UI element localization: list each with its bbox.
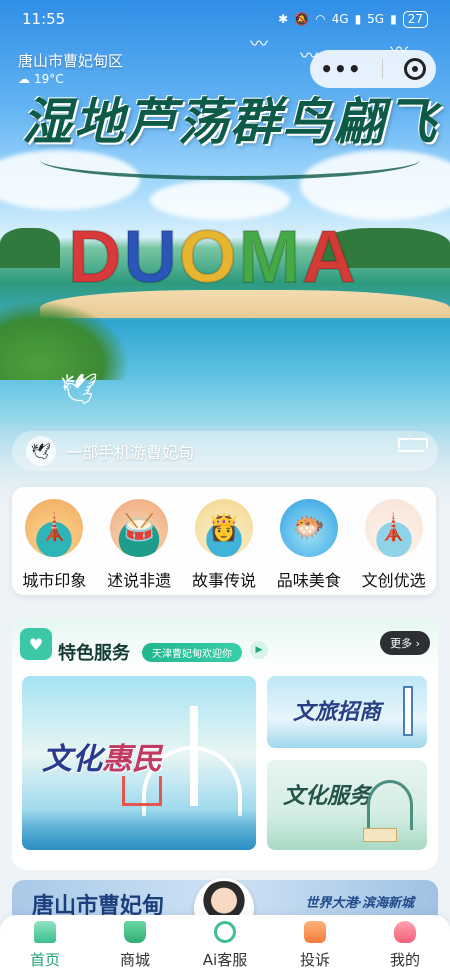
network-label: 4G (331, 12, 349, 26)
egret-icon: 🕊 (60, 372, 99, 407)
drum-icon: 🥁 (110, 499, 169, 557)
tile-title: 文化惠民 (42, 734, 162, 778)
play-icon[interactable]: ▶ (250, 641, 268, 659)
signal-icon: ▮ (354, 12, 362, 26)
home-icon (34, 920, 56, 943)
category-creative[interactable]: 🗼 文创优选 (354, 499, 434, 595)
sign-letter: U (122, 215, 177, 298)
category-label: 文创优选 (361, 571, 426, 590)
book-illustration (363, 828, 397, 842)
cart-icon (124, 920, 146, 943)
status-time: 11:55 (22, 10, 66, 28)
wave-illustration (22, 810, 256, 850)
services-header: ♥ 特色服务 天津曹妃甸欢迎你 ▶ 更多 › (12, 618, 438, 670)
category-food[interactable]: 🐡 品味美食 (269, 499, 349, 595)
more-button[interactable]: 更多 › (380, 631, 430, 655)
weather: ☁ 19°C (18, 72, 64, 86)
city-banner-slogan: 世界大港·滨海新城 (305, 896, 414, 911)
lighthouse-icon: 🗼 (364, 499, 423, 557)
category-legends[interactable]: 👸 故事传说 (184, 499, 264, 595)
location-label[interactable]: 唐山市曹妃甸区 (18, 50, 123, 71)
welcome-tag: 天津曹妃甸欢迎你 (142, 643, 242, 662)
category-label: 品味美食 (276, 571, 341, 590)
duoma-sign: D U O M A (67, 215, 357, 298)
tab-mine[interactable]: 我的 (365, 920, 445, 970)
tab-complaint[interactable]: 投诉 (275, 920, 355, 970)
scan-icon[interactable] (398, 438, 424, 464)
tower-icon: 🗼 (25, 499, 84, 557)
tab-label: 商城 (119, 950, 150, 969)
lighthouse-illustration (403, 686, 413, 736)
tower-illustration (190, 706, 198, 806)
services-title: 特色服务 (58, 643, 130, 664)
tab-label: 首页 (29, 950, 60, 969)
tab-ai-service[interactable]: Ai客服 (185, 920, 265, 970)
tile-title: 文化服务 (283, 783, 372, 809)
tile-cultural-service[interactable]: 文化服务 (267, 760, 427, 850)
featured-services: ♥ 特色服务 天津曹妃甸欢迎你 ▶ 更多 › 文化惠民 文旅招商 文化服务 (12, 618, 438, 870)
bluetooth-icon: ✱ (278, 12, 289, 26)
search-placeholder[interactable]: 一部手机游曹妃甸 (66, 439, 398, 463)
category-card: 🗼 城市印象 🥁 述说非遗 👸 故事传说 🐡 品味美食 🗼 文创优选 (12, 487, 436, 595)
sign-letter: D (67, 215, 122, 298)
sign-letter: M (237, 215, 301, 298)
temperature: 19°C (34, 72, 64, 86)
tile-tourism-investment[interactable]: 文旅招商 (267, 676, 427, 748)
reeds (0, 300, 130, 380)
complaint-icon (304, 920, 326, 943)
tab-label: Ai客服 (202, 950, 248, 969)
mute-icon: 🔕 (294, 12, 310, 26)
more-options-icon[interactable]: ••• (320, 57, 361, 81)
wifi-icon: ◠ (315, 12, 326, 26)
bird-icon: 〰 (250, 34, 268, 55)
signal-icon: ▮ (390, 12, 397, 26)
lady-icon: 👸 (194, 499, 253, 557)
trees (0, 228, 60, 268)
headset-icon (214, 920, 236, 943)
tile-title: 文旅招商 (293, 699, 382, 725)
opera-house-illustration (367, 780, 413, 830)
egret-logo-icon: 🕊 (26, 436, 56, 466)
category-heritage[interactable]: 🥁 述说非遗 (99, 499, 179, 595)
tab-bar: 首页 商城 Ai客服 投诉 我的 (0, 915, 450, 975)
tab-mall[interactable]: 商城 (95, 920, 175, 970)
title-swoosh (40, 140, 420, 180)
user-icon (394, 920, 416, 943)
category-label: 城市印象 (22, 571, 87, 590)
crane-illustration (122, 776, 162, 806)
capsule-divider (382, 59, 384, 79)
category-label: 述说非遗 (107, 571, 172, 590)
tab-home[interactable]: 首页 (5, 920, 85, 970)
search-bar[interactable]: 🕊 一部手机游曹妃甸 (12, 431, 438, 471)
close-miniprogram-icon[interactable] (403, 58, 426, 80)
network-label-2: 5G (367, 12, 385, 26)
sign-letter: O (178, 215, 238, 298)
tab-label: 我的 (389, 950, 420, 969)
miniprogram-capsule: ••• (310, 50, 436, 88)
heart-icon: ♥ (20, 628, 52, 660)
tab-label: 投诉 (299, 950, 330, 969)
sign-letter: A (301, 215, 356, 298)
category-city-impression[interactable]: 🗼 城市印象 (14, 499, 94, 595)
battery-indicator: 27 (402, 10, 428, 28)
tile-title-part2: 惠民 (102, 742, 162, 777)
tile-culture-benefit[interactable]: 文化惠民 (22, 676, 256, 850)
status-bar: 11:55 ✱ 🔕 ◠ 4G ▮ 5G ▮ 27 (22, 8, 428, 30)
tile-title-part1: 文化 (42, 742, 102, 777)
fish-icon: 🐡 (279, 499, 338, 557)
cloud (150, 180, 290, 220)
category-label: 故事传说 (191, 571, 256, 590)
rain-cloud-icon: ☁ (18, 72, 30, 86)
